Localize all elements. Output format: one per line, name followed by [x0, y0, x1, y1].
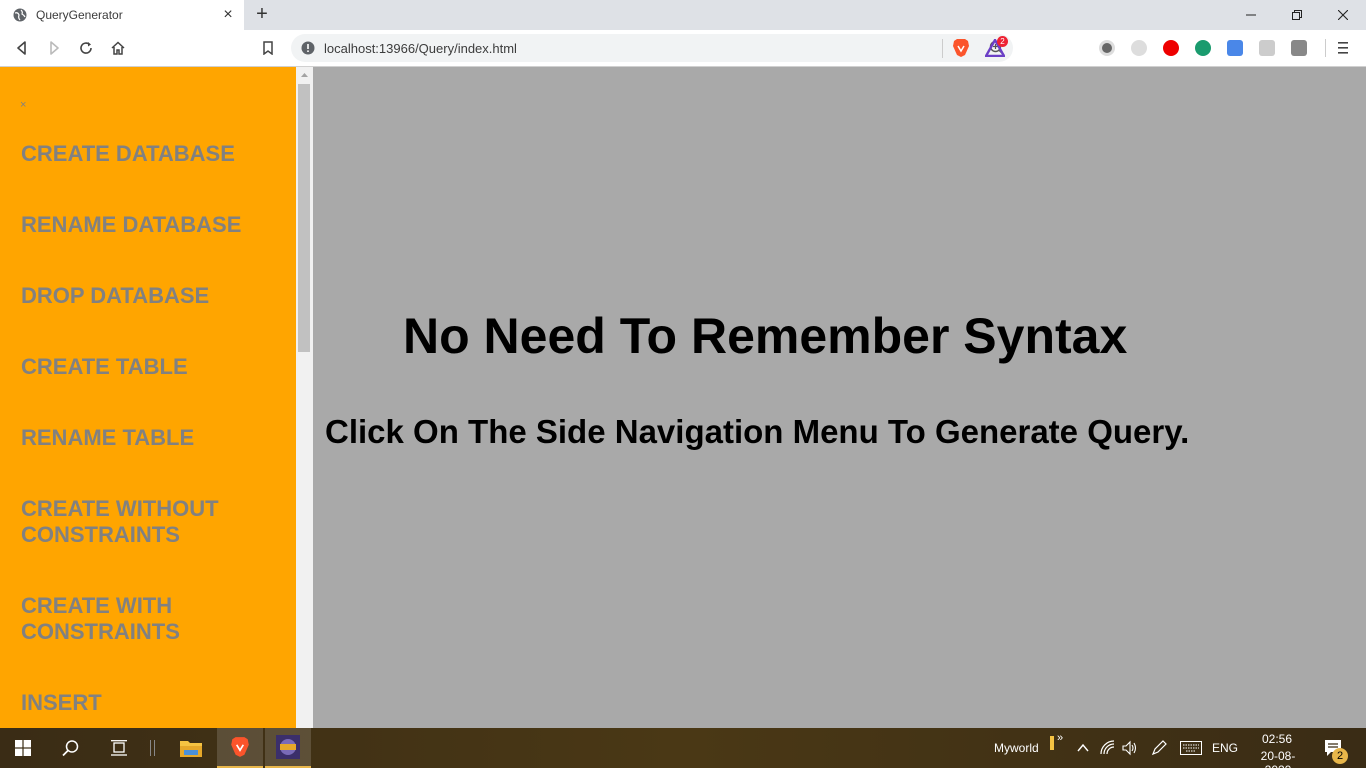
globe-icon: [13, 8, 27, 22]
ide-app-icon: [276, 735, 300, 759]
bookmark-icon: [263, 41, 273, 55]
keyboard-icon: [1180, 741, 1202, 755]
extension-cart-icon[interactable]: [1195, 40, 1211, 56]
profile-avatar-icon[interactable]: [1291, 40, 1307, 56]
restore-icon: [1292, 10, 1302, 20]
browser-tab[interactable]: QueryGenerator ×: [0, 0, 244, 30]
extension-cast-icon[interactable]: [1259, 40, 1275, 56]
start-button[interactable]: [0, 728, 46, 768]
chevron-up-icon: [1077, 743, 1089, 752]
divider: [1325, 39, 1326, 57]
task-view-button[interactable]: [96, 728, 142, 768]
pen-icon: [1151, 740, 1167, 756]
browser-toolbar: localhost:13966/Query/index.html 2: [0, 30, 1366, 67]
rewards-badge: 2: [997, 36, 1008, 47]
toolbar-expand-icon[interactable]: »: [1057, 732, 1063, 744]
nav-item-create-without-constraints[interactable]: CREATE WITHOUT CONSTRAINTS: [21, 496, 251, 548]
tab-title: QueryGenerator: [36, 8, 123, 22]
close-icon: [1338, 10, 1348, 20]
notification-count-badge: 2: [1332, 748, 1348, 764]
home-icon: [111, 41, 125, 55]
reload-button[interactable]: [76, 38, 96, 58]
network-button[interactable]: [1100, 740, 1116, 756]
close-window-button[interactable]: [1320, 0, 1366, 30]
show-hidden-icons-button[interactable]: [1076, 741, 1090, 755]
wifi-icon: [1100, 740, 1115, 755]
info-icon[interactable]: [301, 41, 315, 55]
nav-item-create-database[interactable]: CREATE DATABASE: [21, 141, 281, 167]
minimize-button[interactable]: [1228, 0, 1274, 30]
scroll-up-arrow-icon[interactable]: [296, 67, 313, 83]
forward-icon: [50, 41, 59, 55]
sidebar-scrollbar[interactable]: [296, 67, 313, 728]
divider: [942, 39, 943, 58]
speaker-icon: [1122, 740, 1137, 756]
close-sidebar-button[interactable]: ×: [20, 99, 26, 111]
nav-item-drop-database[interactable]: DROP DATABASE: [21, 283, 281, 309]
scrollbar-thumb[interactable]: [298, 84, 310, 352]
restore-button[interactable]: [1274, 0, 1320, 30]
minimize-icon: [1246, 14, 1256, 16]
main-content: No Need To Remember Syntax Click On The …: [313, 67, 1366, 728]
windows-logo-icon: [15, 740, 31, 756]
search-icon: [62, 740, 79, 757]
reload-icon: [80, 42, 92, 54]
pen-button[interactable]: [1151, 740, 1167, 756]
page-subheading: Click On The Side Navigation Menu To Gen…: [325, 413, 1190, 450]
tab-close-icon[interactable]: ×: [220, 7, 236, 23]
nav-item-create-with-constraints[interactable]: CREATE WITH CONSTRAINTS: [21, 593, 221, 645]
clock-date[interactable]: 20-08-2020: [1248, 749, 1308, 768]
toolbar-label[interactable]: Myworld: [994, 741, 1039, 755]
address-bar[interactable]: localhost:13966/Query/index.html: [291, 34, 1013, 62]
taskbar-brave-browser[interactable]: [217, 728, 263, 768]
nav-item-create-table[interactable]: CREATE TABLE: [21, 354, 281, 380]
extension-arc-icon[interactable]: [1131, 40, 1147, 56]
task-view-icon: [111, 740, 127, 756]
divider: [150, 740, 151, 756]
nav-item-rename-table[interactable]: RENAME TABLE: [21, 425, 281, 451]
menu-button[interactable]: [1336, 40, 1350, 56]
extension-adblock-icon[interactable]: [1163, 40, 1179, 56]
extension-circle-icon[interactable]: [1099, 40, 1115, 56]
taskbar-file-explorer[interactable]: [168, 728, 214, 768]
volume-button[interactable]: [1122, 740, 1138, 756]
side-navigation: × CREATE DATABASE RENAME DATABASE DROP D…: [0, 67, 296, 728]
nav-item-insert[interactable]: INSERT: [21, 690, 281, 716]
divider: [154, 740, 155, 756]
back-button[interactable]: [12, 38, 32, 58]
hamburger-menu-icon: [1338, 42, 1348, 54]
brave-rewards-button[interactable]: 2: [983, 36, 1008, 59]
clock-time[interactable]: 02:56: [1262, 732, 1292, 746]
forward-button[interactable]: [44, 38, 64, 58]
back-icon: [17, 41, 26, 55]
brave-lion-icon: [953, 39, 969, 57]
extension-translate-icon[interactable]: [1227, 40, 1243, 56]
url-text[interactable]: localhost:13966/Query/index.html: [324, 41, 989, 56]
search-button[interactable]: [48, 728, 94, 768]
home-button[interactable]: [108, 38, 128, 58]
brave-lion-icon: [231, 737, 249, 757]
new-tab-button[interactable]: +: [252, 4, 272, 24]
touch-keyboard-button[interactable]: [1180, 741, 1202, 755]
page-headline: No Need To Remember Syntax: [403, 308, 1128, 364]
brave-shields-button[interactable]: [952, 38, 970, 58]
taskbar-code-ide[interactable]: [265, 728, 311, 768]
toolbar-indicator: [1050, 736, 1054, 750]
nav-item-rename-database[interactable]: RENAME DATABASE: [21, 212, 281, 238]
language-indicator[interactable]: ENG: [1212, 741, 1238, 755]
browser-tab-bar: QueryGenerator × +: [0, 0, 1366, 30]
windows-taskbar: Myworld » ENG 02:56 20-08-2020: [0, 728, 1366, 768]
bookmark-button[interactable]: [258, 38, 278, 58]
folder-icon: [180, 741, 202, 757]
